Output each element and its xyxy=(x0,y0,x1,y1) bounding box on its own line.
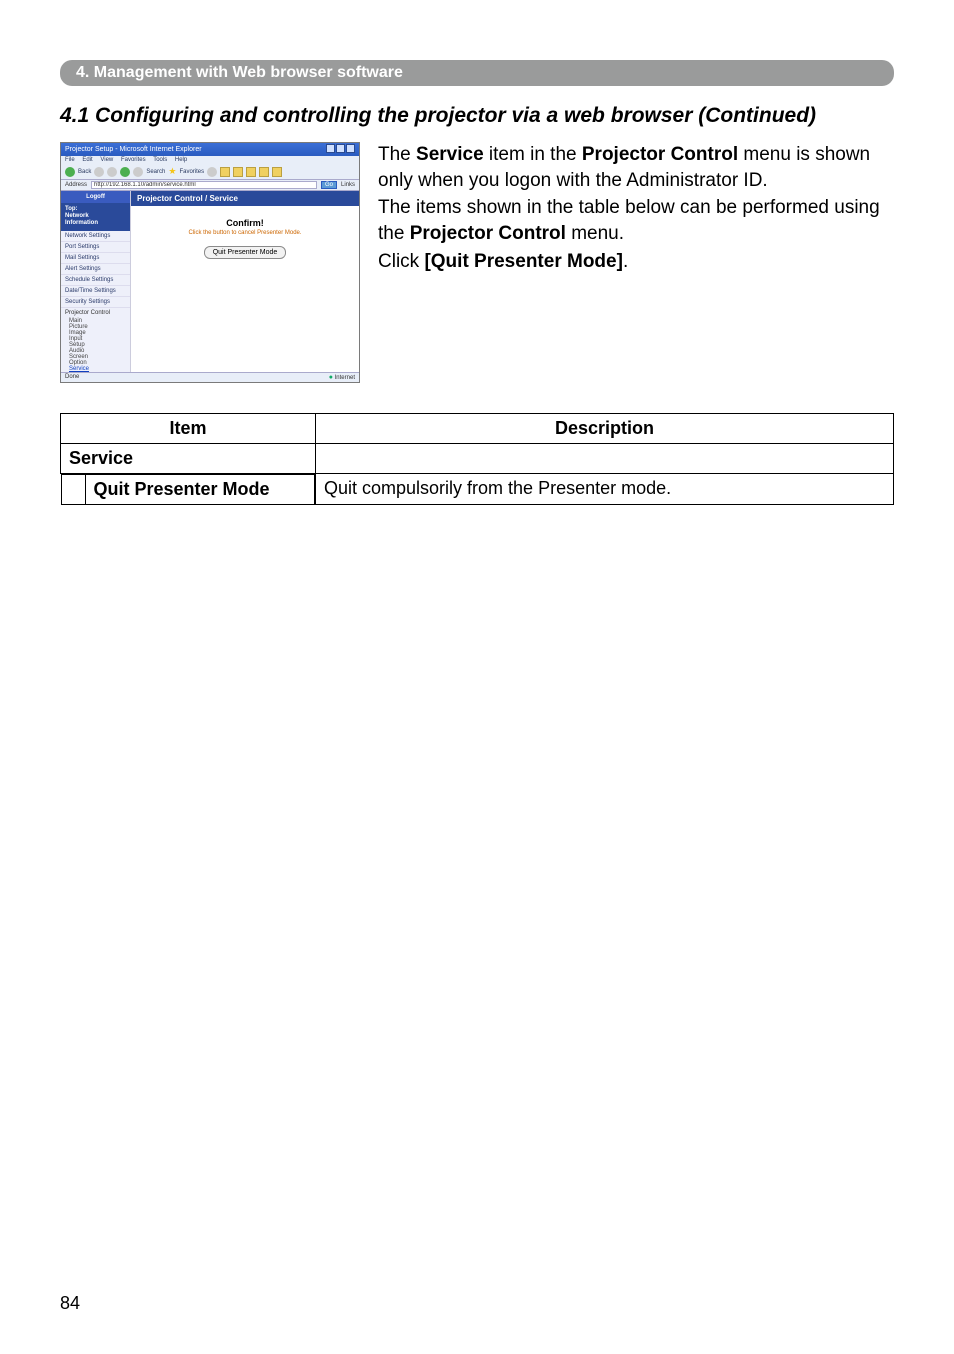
address-input[interactable]: http://192.168.1.10/admin/service.html xyxy=(91,181,317,189)
desc-quit-presenter: Quit compulsorily from the Presenter mod… xyxy=(316,473,894,505)
window-titlebar: Projector Setup - Microsoft Internet Exp… xyxy=(61,143,359,156)
body-text: The Service item in the Projector Contro… xyxy=(378,142,894,276)
discuss-icon[interactable] xyxy=(272,167,282,177)
browser-toolbar[interactable]: Back Search ★ Favorites xyxy=(61,164,359,180)
browser-menubar[interactable]: File Edit View Favorites Tools Help xyxy=(61,156,359,164)
breadcrumb-text: 4. Management with Web browser software xyxy=(76,64,403,81)
sidebar-item-port[interactable]: Port Settings xyxy=(61,242,130,253)
quit-presenter-mode-button[interactable]: Quit Presenter Mode xyxy=(204,246,287,259)
stop-icon[interactable] xyxy=(107,167,117,177)
para-1: The Service item in the Projector Contro… xyxy=(378,142,894,193)
section-title: 4.1 Configuring and controlling the proj… xyxy=(60,104,894,128)
address-bar[interactable]: Address http://192.168.1.10/admin/servic… xyxy=(61,180,359,191)
forward-icon[interactable] xyxy=(94,167,104,177)
refresh-icon[interactable] xyxy=(120,167,130,177)
menu-help[interactable]: Help xyxy=(175,157,187,163)
sidebar-item-security[interactable]: Security Settings xyxy=(61,297,130,308)
maximize-icon[interactable] xyxy=(336,144,345,153)
sidebar-item-schedule[interactable]: Schedule Settings xyxy=(61,275,130,286)
sidebar-top[interactable]: Top: Network Information xyxy=(61,203,130,231)
sidebar-item-datetime[interactable]: Date/Time Settings xyxy=(61,286,130,297)
sidebar-item-network[interactable]: Network Settings xyxy=(61,231,130,242)
favorites-icon[interactable]: ★ xyxy=(168,166,176,177)
media-icon[interactable] xyxy=(207,167,217,177)
config-sidebar: Logoff Top: Network Information Network … xyxy=(61,191,131,372)
header-item: Item xyxy=(61,413,316,443)
sidebar-sub-service[interactable]: Service xyxy=(61,366,130,372)
browser-screenshot: Projector Setup - Microsoft Internet Exp… xyxy=(60,142,360,383)
address-label: Address xyxy=(65,182,87,188)
sidebar-item-alert[interactable]: Alert Settings xyxy=(61,264,130,275)
service-label: Service xyxy=(61,443,316,473)
menu-tools[interactable]: Tools xyxy=(153,157,167,163)
table-row: Quit Presenter Mode Quit compulsorily fr… xyxy=(61,473,894,505)
favorites-label[interactable]: Favorites xyxy=(179,169,204,175)
para-2: The items shown in the table below can b… xyxy=(378,195,894,246)
go-button[interactable]: Go xyxy=(321,181,337,189)
status-zone-text: Internet xyxy=(335,375,355,381)
bold-service: Service xyxy=(416,144,484,165)
menu-file[interactable]: File xyxy=(65,157,75,163)
home-icon[interactable] xyxy=(133,167,143,177)
window-buttons[interactable] xyxy=(325,144,355,155)
logoff-button[interactable]: Logoff xyxy=(61,191,130,203)
search-label[interactable]: Search xyxy=(146,169,165,175)
minimize-icon[interactable] xyxy=(326,144,335,153)
bold-projector-control-2: Projector Control xyxy=(410,223,566,244)
browser-content: Logoff Top: Network Information Network … xyxy=(61,191,359,372)
para-3: Click [Quit Presenter Mode]. xyxy=(378,249,894,275)
page-number: 84 xyxy=(60,1293,80,1314)
indent-cell xyxy=(61,474,85,504)
panel-body: Confirm! Click the button to cancel Pres… xyxy=(131,206,359,267)
close-icon[interactable] xyxy=(346,144,355,153)
menu-edit[interactable]: Edit xyxy=(82,157,92,163)
table-row-service: Service xyxy=(61,443,894,473)
back-icon[interactable] xyxy=(65,167,75,177)
content-two-column: Projector Setup - Microsoft Internet Exp… xyxy=(60,142,894,383)
warn-text: Click the button to cancel Presenter Mod… xyxy=(139,230,351,236)
table-header-row: Item Description xyxy=(61,413,894,443)
window-title: Projector Setup - Microsoft Internet Exp… xyxy=(65,146,202,153)
confirm-label: Confirm! xyxy=(139,218,351,228)
bold-quit-presenter: [Quit Presenter Mode] xyxy=(424,251,622,272)
globe-icon: ● xyxy=(329,374,333,381)
panel-title: Projector Control / Service xyxy=(131,191,359,206)
page-root: 4. Management with Web browser software … xyxy=(0,0,954,1354)
menu-view[interactable]: View xyxy=(100,157,113,163)
status-bar: Done ● Internet xyxy=(61,372,359,382)
sidebar-item-mail[interactable]: Mail Settings xyxy=(61,253,130,264)
bold-projector-control: Projector Control xyxy=(582,144,738,165)
header-description: Description xyxy=(316,413,894,443)
breadcrumb: 4. Management with Web browser software xyxy=(60,60,894,86)
status-zone: ● Internet xyxy=(329,374,355,381)
sidebar-group-projector-control: Projector Control xyxy=(61,308,130,318)
status-done: Done xyxy=(65,374,79,381)
links-label[interactable]: Links xyxy=(341,182,355,188)
print-icon[interactable] xyxy=(246,167,256,177)
menu-favorites[interactable]: Favorites xyxy=(121,157,146,163)
edit-page-icon[interactable] xyxy=(259,167,269,177)
item-quit-presenter: Quit Presenter Mode xyxy=(85,474,315,504)
service-desc-empty xyxy=(316,443,894,473)
mail-icon[interactable] xyxy=(233,167,243,177)
description-table: Item Description Service Quit Presenter … xyxy=(60,413,894,506)
history-icon[interactable] xyxy=(220,167,230,177)
back-label[interactable]: Back xyxy=(78,169,91,175)
config-main-panel: Projector Control / Service Confirm! Cli… xyxy=(131,191,359,372)
